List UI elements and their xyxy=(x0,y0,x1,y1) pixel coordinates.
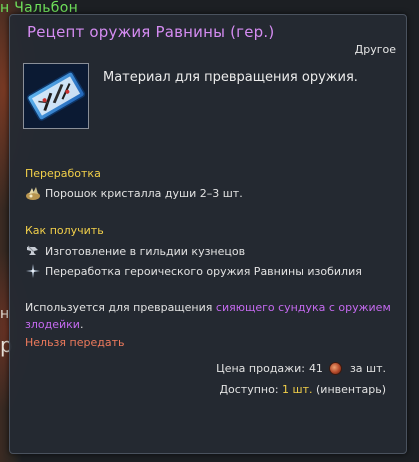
available-label: Доступно: xyxy=(219,383,279,396)
obtain-entry: Переработка героического оружия Равнины … xyxy=(25,263,362,279)
item-title: Рецепт оружия Равнины (гер.) xyxy=(27,23,275,41)
item-tooltip: Рецепт оружия Равнины (гер.) Другое Мате… xyxy=(9,14,407,454)
usage-suffix: . xyxy=(79,318,84,331)
item-category: Другое xyxy=(354,43,396,56)
processing-item-text: Порошок кристалла души 2–3 шт. xyxy=(45,186,243,200)
available-quantity: Доступно: 1 шт. (инвентарь) xyxy=(219,383,386,396)
copper-coin-icon xyxy=(328,362,342,375)
anvil-icon xyxy=(25,243,41,259)
trade-restriction: Нельзя передать xyxy=(25,336,125,349)
background-text-fragment: н xyxy=(0,306,10,322)
crystal-powder-icon xyxy=(25,185,41,201)
sell-price-value: 41 xyxy=(308,362,323,375)
available-location: (инвентарь) xyxy=(316,383,386,396)
obtain-entry-text: Изготовление в гильдии кузнецов xyxy=(45,244,246,258)
item-description: Материал для превращения оружия. xyxy=(103,70,358,85)
processing-label: Переработка xyxy=(25,167,101,180)
weapon-recipe-scroll-icon xyxy=(23,63,89,129)
obtain-entry: Изготовление в гильдии кузнецов xyxy=(25,243,245,259)
processing-item: Порошок кристалла души 2–3 шт. xyxy=(25,185,243,201)
available-count: 1 шт. xyxy=(282,383,313,396)
sell-price-unit: за шт. xyxy=(349,362,386,375)
how-to-obtain-label: Как получить xyxy=(25,224,104,237)
sell-price-label: Цена продажи: xyxy=(216,362,305,375)
sparkle-icon xyxy=(25,263,41,279)
usage-text: Используется для превращения сияющего су… xyxy=(25,299,395,333)
sell-price: Цена продажи: 41 за шт. xyxy=(216,362,386,375)
obtain-entry-text: Переработка героического оружия Равнины … xyxy=(45,264,362,278)
usage-prefix: Используется для превращения xyxy=(25,301,213,314)
